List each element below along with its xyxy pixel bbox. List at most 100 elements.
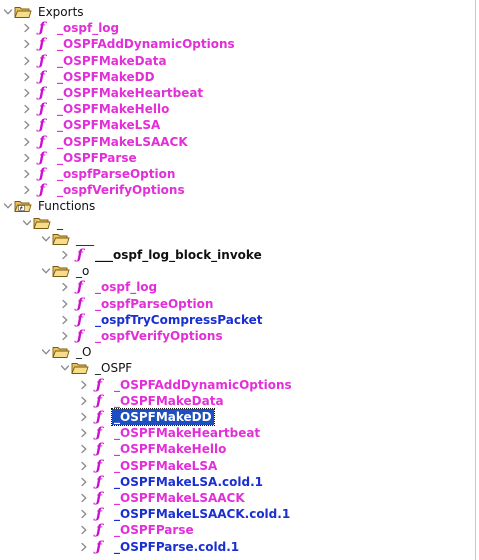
tree-function-row[interactable]: ƒ _OSPFParse <box>0 522 475 538</box>
chevron-right-icon[interactable] <box>59 279 71 295</box>
function-icon: ƒ <box>76 247 84 263</box>
function-icon: ƒ <box>95 457 103 474</box>
chevron-right-icon[interactable] <box>59 247 71 263</box>
chevron-right-icon[interactable] <box>78 474 90 490</box>
function-label: _OSPFMakeLSA <box>57 118 161 133</box>
tree-folder-row[interactable]: _OSPF <box>0 360 475 376</box>
tree-function-row[interactable]: ƒ _OSPFMakeDD <box>0 69 475 85</box>
function-icon: ƒ <box>95 392 103 409</box>
tree-function-row[interactable]: ƒ _OSPFMakeLSAACK <box>0 490 475 506</box>
chevron-right-icon[interactable] <box>78 441 90 457</box>
tree-function-row[interactable]: ƒ _OSPFMakeHeartbeat <box>0 85 475 101</box>
tree-function-row[interactable]: ƒ _OSPFAddDynamicOptions <box>0 36 475 52</box>
function-icon: ƒ <box>38 149 46 166</box>
chevron-right-icon[interactable] <box>21 36 33 52</box>
tree-function-row[interactable]: ƒ _OSPFMakeLSA <box>0 117 475 133</box>
tree-function-row[interactable]: ƒ _ospfTryCompressPacket <box>0 312 475 328</box>
chevron-right-icon[interactable] <box>78 409 90 425</box>
function-label: _OSPFMakeLSA.cold.1 <box>114 474 263 489</box>
tree-function-row[interactable]: ƒ _OSPFParse.cold.1 <box>0 539 475 555</box>
chevron-right-icon[interactable] <box>21 20 33 36</box>
tree-function-row[interactable]: ƒ _ospfVerifyOptions <box>0 182 475 198</box>
chevron-right-icon[interactable] <box>78 393 90 409</box>
chevron-down-icon[interactable] <box>40 231 52 247</box>
tree-folder-row[interactable]: _O <box>0 344 475 360</box>
folder-label: _o <box>76 264 90 279</box>
function-label: _OSPFMakeDD <box>57 69 155 84</box>
tree-function-row[interactable]: ƒ _ospfParseOption <box>0 166 475 182</box>
chevron-right-icon[interactable] <box>21 85 33 101</box>
function-icon: ƒ <box>95 522 103 539</box>
tree-function-row[interactable]: ƒ _ospf_log <box>0 279 475 295</box>
tree-function-row[interactable]: ƒ _OSPFParse <box>0 150 475 166</box>
chevron-right-icon[interactable] <box>21 182 33 198</box>
function-icon: ƒ <box>95 538 103 555</box>
folder-label: _O <box>76 345 92 360</box>
tree-function-row[interactable]: ƒ _OSPFMakeHello <box>0 441 475 457</box>
tree-folder-row[interactable]: _ <box>0 215 475 231</box>
chevron-right-icon[interactable] <box>21 101 33 117</box>
chevron-right-icon[interactable] <box>78 425 90 441</box>
tree-function-row[interactable]: ƒ _OSPFMakeHeartbeat <box>0 425 475 441</box>
tree-folder-row[interactable]: ___ <box>0 231 475 247</box>
chevron-down-icon[interactable] <box>21 215 33 231</box>
function-label: _OSPFParse <box>57 150 137 165</box>
function-icon: ƒ <box>76 279 84 296</box>
chevron-right-icon[interactable] <box>21 134 33 150</box>
chevron-right-icon[interactable] <box>59 328 71 344</box>
chevron-right-icon[interactable] <box>78 506 90 522</box>
tree-folder-row[interactable]: _o <box>0 263 475 279</box>
tree-function-row[interactable]: ƒ _OSPFAddDynamicOptions <box>0 377 475 393</box>
chevron-down-icon[interactable] <box>40 344 52 360</box>
function-label: _OSPFMakeDD <box>111 408 215 426</box>
function-label: _OSPFAddDynamicOptions <box>114 377 292 392</box>
chevron-right-icon[interactable] <box>78 490 90 506</box>
tree-function-row[interactable]: ƒ _OSPFMakeData <box>0 393 475 409</box>
chevron-right-icon[interactable] <box>78 377 90 393</box>
tree-function-row[interactable]: ƒ _ospfParseOption <box>0 296 475 312</box>
function-icon: ƒ <box>95 506 103 523</box>
tree-function-row[interactable]: ƒ _OSPFMakeHello <box>0 101 475 117</box>
chevron-down-icon[interactable] <box>2 4 14 20</box>
function-label: _OSPFMakeData <box>57 53 167 68</box>
tree-function-row[interactable]: ƒ _OSPFMakeDD <box>0 408 475 426</box>
function-label: _OSPFMakeLSAACK <box>57 134 188 149</box>
tree-function-row[interactable]: ƒ _OSPFMakeData <box>0 53 475 69</box>
chevron-right-icon[interactable] <box>21 166 33 182</box>
chevron-right-icon[interactable] <box>21 150 33 166</box>
function-icon: ƒ <box>38 166 46 182</box>
function-label: ___ospf_log_block_invoke <box>95 248 262 262</box>
tree-function-row[interactable]: ƒ _OSPFMakeLSA.cold.1 <box>0 474 475 490</box>
chevron-right-icon[interactable] <box>78 522 90 538</box>
tree-function-row[interactable]: ƒ _OSPFMakeLSAACK <box>0 134 475 150</box>
chevron-right-icon[interactable] <box>59 312 71 328</box>
folder-label: Exports <box>38 5 84 19</box>
tree-function-row[interactable]: ƒ _ospfVerifyOptions <box>0 328 475 344</box>
tree-function-row[interactable]: ƒ ___ospf_log_block_invoke <box>0 247 475 263</box>
symbol-tree[interactable]: Exports ƒ _ospf_log ƒ _OSPFAddDynamicOptions… <box>0 0 476 560</box>
tree-folder-row[interactable]: Functions <box>0 198 475 214</box>
chevron-down-icon[interactable] <box>2 198 14 214</box>
chevron-right-icon[interactable] <box>21 53 33 69</box>
function-label: _ospf_log <box>95 280 158 295</box>
functions-folder-icon <box>14 198 32 214</box>
tree-folder-row[interactable]: Exports <box>0 4 475 20</box>
chevron-right-icon[interactable] <box>21 69 33 85</box>
function-label: _ospfParseOption <box>57 167 176 181</box>
tree-function-row[interactable]: ƒ _ospf_log <box>0 20 475 36</box>
function-label: _ospfParseOption <box>95 296 214 311</box>
function-icon: ƒ <box>38 182 46 199</box>
function-icon: ƒ <box>95 441 103 458</box>
chevron-right-icon[interactable] <box>78 539 90 555</box>
chevron-right-icon[interactable] <box>59 296 71 312</box>
chevron-right-icon[interactable] <box>21 117 33 133</box>
function-icon: ƒ <box>95 409 103 425</box>
function-icon: ƒ <box>38 101 46 118</box>
function-label: _ospfVerifyOptions <box>57 183 185 198</box>
tree-function-row[interactable]: ƒ _OSPFMakeLSAACK.cold.1 <box>0 506 475 522</box>
chevron-down-icon[interactable] <box>40 263 52 279</box>
chevron-down-icon[interactable] <box>59 360 71 376</box>
chevron-right-icon[interactable] <box>78 458 90 474</box>
function-icon: ƒ <box>76 295 84 312</box>
tree-function-row[interactable]: ƒ _OSPFMakeLSA <box>0 458 475 474</box>
